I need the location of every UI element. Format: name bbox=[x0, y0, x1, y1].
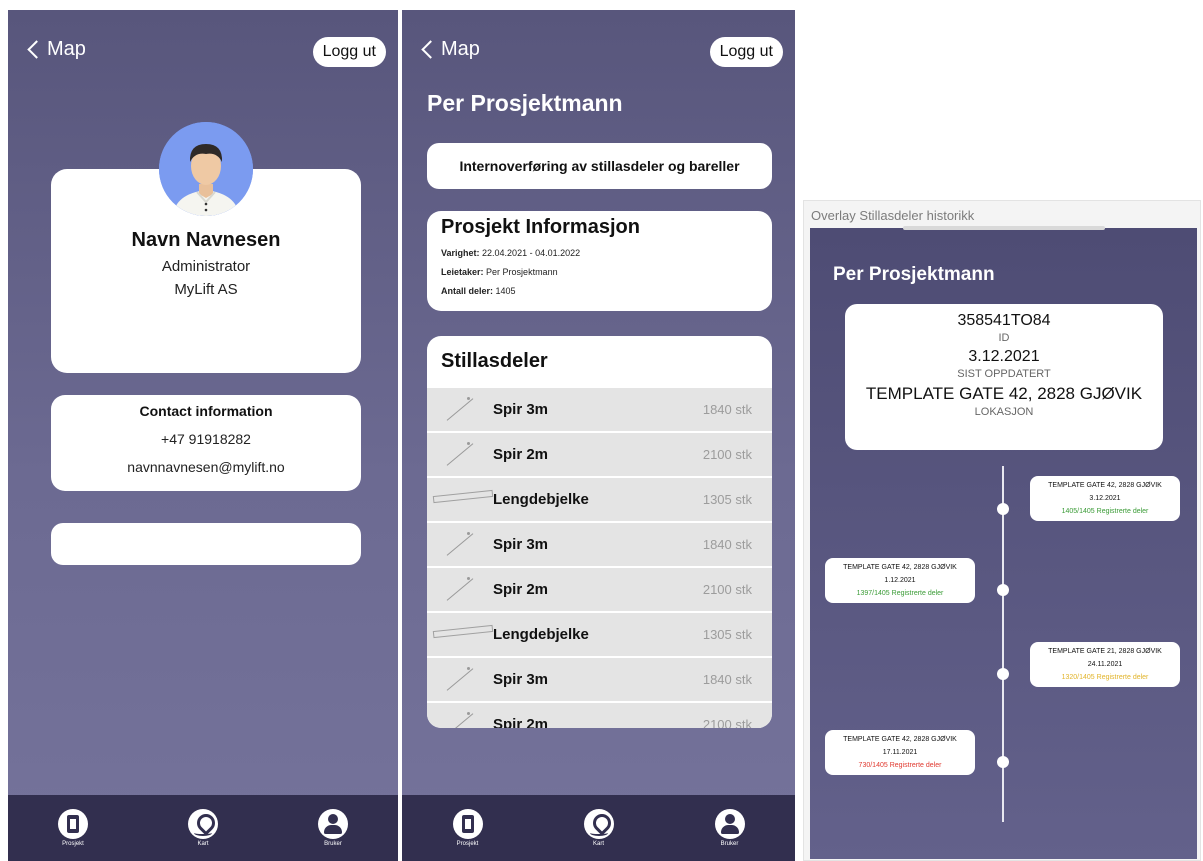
overlay-drag-handle[interactable] bbox=[903, 226, 1105, 230]
nav-label: Prosjekt bbox=[456, 841, 479, 847]
profile-role: Administrator bbox=[161, 258, 251, 275]
nav-label: Bruker bbox=[720, 841, 739, 847]
parts-card: Stillasdeler Spir 3m 1840 stk Spir 2m 2100… bbox=[427, 336, 772, 728]
updated-label: SIST OPPDATERT bbox=[957, 368, 1051, 380]
list-item[interactable]: Spir 2m 2100 stk bbox=[427, 433, 772, 478]
history-location: TEMPLATE GATE 42, 2828 GJØVIK bbox=[843, 564, 957, 571]
history-date: 24.11.2021 bbox=[1087, 661, 1123, 668]
info-duration: Varighet: 22.04.2021 - 04.01.2022 bbox=[441, 248, 581, 258]
history-registered: 1397/1405 Registrerte deler bbox=[856, 590, 944, 597]
contact-title: Contact information bbox=[139, 403, 273, 419]
profile-company: MyLift AS bbox=[174, 281, 238, 298]
nav-prosjekt[interactable]: Prosjekt bbox=[452, 809, 483, 847]
list-item[interactable]: Lengdebjelke 1305 stk bbox=[427, 613, 772, 658]
history-location: TEMPLATE GATE 21, 2828 GJØVIK bbox=[1048, 648, 1162, 655]
info-title: Prosjekt Informasjon bbox=[441, 216, 640, 238]
spir-icon bbox=[437, 708, 485, 729]
overlay-title: Per Prosjektmann bbox=[833, 264, 995, 285]
email-address[interactable]: navnnavnesen@mylift.no bbox=[51, 459, 361, 475]
map-pin-icon bbox=[583, 809, 614, 839]
history-registered: 1320/1405 Registrerte deler bbox=[1061, 674, 1149, 681]
user-icon bbox=[318, 809, 348, 839]
beam-icon bbox=[437, 618, 485, 652]
back-button[interactable]: Map bbox=[420, 38, 480, 61]
history-card[interactable]: TEMPLATE GATE 21, 2828 GJØVIK 24.11.2021… bbox=[1030, 642, 1180, 687]
logout-button[interactable]: Logg ut bbox=[709, 37, 783, 67]
nav-label: Bruker bbox=[324, 841, 342, 847]
nav-kart[interactable]: Kart bbox=[188, 809, 218, 847]
id-label: ID bbox=[998, 332, 1010, 344]
list-item[interactable]: Spir 2m 2100 stk bbox=[427, 703, 772, 728]
user-icon bbox=[714, 809, 745, 839]
person-avatar-icon bbox=[159, 122, 253, 216]
nav-kart[interactable]: Kart bbox=[583, 809, 614, 847]
spir-icon bbox=[437, 528, 485, 562]
list-item[interactable]: Spir 2m 2100 stk bbox=[427, 568, 772, 613]
phone-number[interactable]: +47 91918282 bbox=[51, 431, 361, 447]
history-registered: 730/1405 Registrerte deler bbox=[858, 762, 942, 769]
avatar bbox=[159, 122, 253, 216]
map-pin-icon bbox=[188, 809, 218, 839]
timeline-dot bbox=[997, 756, 1009, 768]
nav-label: Kart bbox=[197, 841, 209, 847]
overlay-frame-label: Overlay Stillasdeler historikk bbox=[811, 208, 975, 223]
info-tenant: Leietaker: Per Prosjektmann bbox=[441, 267, 558, 277]
chevron-left-icon bbox=[27, 40, 46, 59]
id-value: 358541TO84 bbox=[957, 312, 1051, 329]
back-button[interactable]: Map bbox=[26, 38, 86, 61]
parts-title: Stillasdeler bbox=[441, 350, 548, 372]
updated-value: 3.12.2021 bbox=[968, 348, 1040, 365]
history-overlay: Per Prosjektmann 358541TO84 ID 3.12.2021… bbox=[810, 228, 1197, 859]
project-screen: Map Logg ut Per Prosjektmann Internoverf… bbox=[402, 10, 795, 861]
history-location: TEMPLATE GATE 42, 2828 GJØVIK bbox=[843, 736, 957, 743]
back-label: Map bbox=[441, 38, 480, 60]
history-date: 3.12.2021 bbox=[1089, 495, 1121, 502]
history-card[interactable]: TEMPLATE GATE 42, 2828 GJØVIK 17.11.2021… bbox=[825, 730, 975, 775]
list-item[interactable]: Spir 3m 1840 stk bbox=[427, 388, 772, 433]
nav-label: Kart bbox=[592, 841, 604, 847]
nav-bruker[interactable]: Bruker bbox=[714, 809, 745, 847]
history-registered: 1405/1405 Registrerte deler bbox=[1061, 508, 1149, 515]
nav-bruker[interactable]: Bruker bbox=[318, 809, 348, 847]
timeline-line bbox=[1002, 466, 1004, 822]
nav-prosjekt[interactable]: Prosjekt bbox=[58, 809, 88, 847]
bottom-nav: Prosjekt Kart Bruker bbox=[402, 795, 795, 861]
history-location: TEMPLATE GATE 42, 2828 GJØVIK bbox=[1048, 482, 1162, 489]
project-title: Per Prosjektmann bbox=[427, 90, 623, 116]
history-date: 1.12.2021 bbox=[884, 577, 916, 584]
empty-card[interactable] bbox=[51, 523, 361, 565]
history-card[interactable]: TEMPLATE GATE 42, 2828 GJØVIK 3.12.2021 … bbox=[1030, 476, 1180, 521]
project-info-card: Prosjekt Informasjon Varighet: 22.04.202… bbox=[427, 211, 772, 311]
bottom-nav: Prosjekt Kart Bruker bbox=[8, 795, 398, 861]
summary-card: 358541TO84 ID 3.12.2021 SIST OPPDATERT T… bbox=[845, 304, 1163, 450]
project-icon bbox=[58, 809, 88, 839]
history-card[interactable]: TEMPLATE GATE 42, 2828 GJØVIK 1.12.2021 … bbox=[825, 558, 975, 603]
list-item[interactable]: Spir 3m 1840 stk bbox=[427, 523, 772, 568]
list-item[interactable]: Lengdebjelke 1305 stk bbox=[427, 478, 772, 523]
spir-icon bbox=[437, 393, 485, 427]
spir-icon bbox=[437, 663, 485, 697]
logout-button[interactable]: Logg ut bbox=[312, 37, 386, 67]
chevron-left-icon bbox=[421, 40, 440, 59]
history-date: 17.11.2021 bbox=[882, 749, 918, 756]
timeline-dot bbox=[997, 668, 1009, 680]
contact-card: Contact information +47 91918282 navnnav… bbox=[51, 395, 361, 491]
location-label: LOKASJON bbox=[974, 406, 1034, 418]
back-label: Map bbox=[47, 38, 86, 60]
profile-screen: Map Logg ut Navn Navnesen Administrator … bbox=[8, 10, 398, 861]
project-icon bbox=[452, 809, 483, 839]
info-part-count: Antall deler: 1405 bbox=[441, 286, 516, 296]
list-item[interactable]: Spir 3m 1840 stk bbox=[427, 658, 772, 703]
nav-label: Prosjekt bbox=[62, 841, 84, 847]
profile-name: Navn Navnesen bbox=[131, 229, 281, 251]
spir-icon bbox=[437, 573, 485, 607]
transfer-button[interactable]: Internoverføring av stillasdeler og bare… bbox=[427, 143, 772, 189]
timeline-dot bbox=[997, 503, 1009, 515]
spir-icon bbox=[437, 438, 485, 472]
location-value: TEMPLATE GATE 42, 2828 GJØVIK bbox=[865, 384, 1143, 403]
beam-icon bbox=[437, 483, 485, 517]
timeline-dot bbox=[997, 584, 1009, 596]
parts-list[interactable]: Spir 3m 1840 stk Spir 2m 2100 stk Lengdebj… bbox=[427, 388, 772, 728]
